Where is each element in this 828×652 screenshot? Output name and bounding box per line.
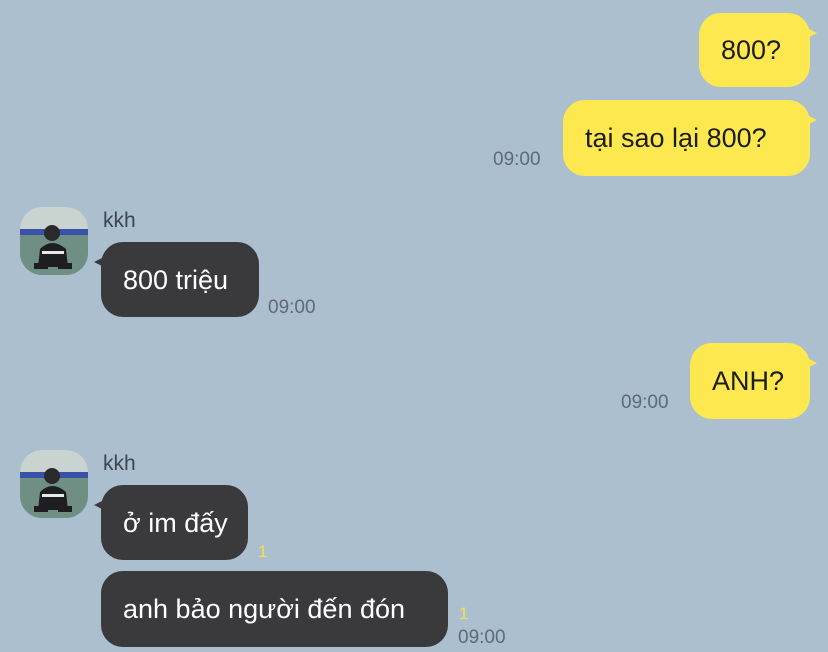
- sender-name: kkh: [103, 452, 136, 475]
- sender-avatar[interactable]: [20, 207, 88, 275]
- message-timestamp: 09:00: [493, 149, 541, 170]
- message-timestamp: 09:00: [621, 392, 669, 413]
- outgoing-message-bubble[interactable]: 800?: [699, 13, 817, 87]
- incoming-message-bubble[interactable]: 800 triệu: [94, 242, 259, 317]
- sender-name: kkh: [103, 209, 136, 232]
- profile-photo-avatar-icon: [20, 207, 88, 275]
- profile-photo-avatar-icon: [20, 450, 88, 518]
- outgoing-message-bubble[interactable]: tại sao lại 800?: [563, 100, 817, 176]
- message-timestamp: 09:00: [268, 297, 316, 318]
- message-timestamp: 09:00: [458, 627, 506, 648]
- incoming-message-bubble[interactable]: anh bảo người đến đón: [101, 571, 448, 647]
- unread-count: 1: [459, 604, 469, 623]
- outgoing-message-bubble[interactable]: ANH?: [690, 343, 817, 419]
- chat-message-list[interactable]: 800? tại sao lại 800? 09:00 kkh 800 triệ…: [0, 0, 828, 652]
- unread-count: 1: [258, 542, 268, 561]
- incoming-message-bubble[interactable]: ở im đấy: [94, 485, 248, 560]
- sender-avatar[interactable]: [20, 450, 88, 518]
